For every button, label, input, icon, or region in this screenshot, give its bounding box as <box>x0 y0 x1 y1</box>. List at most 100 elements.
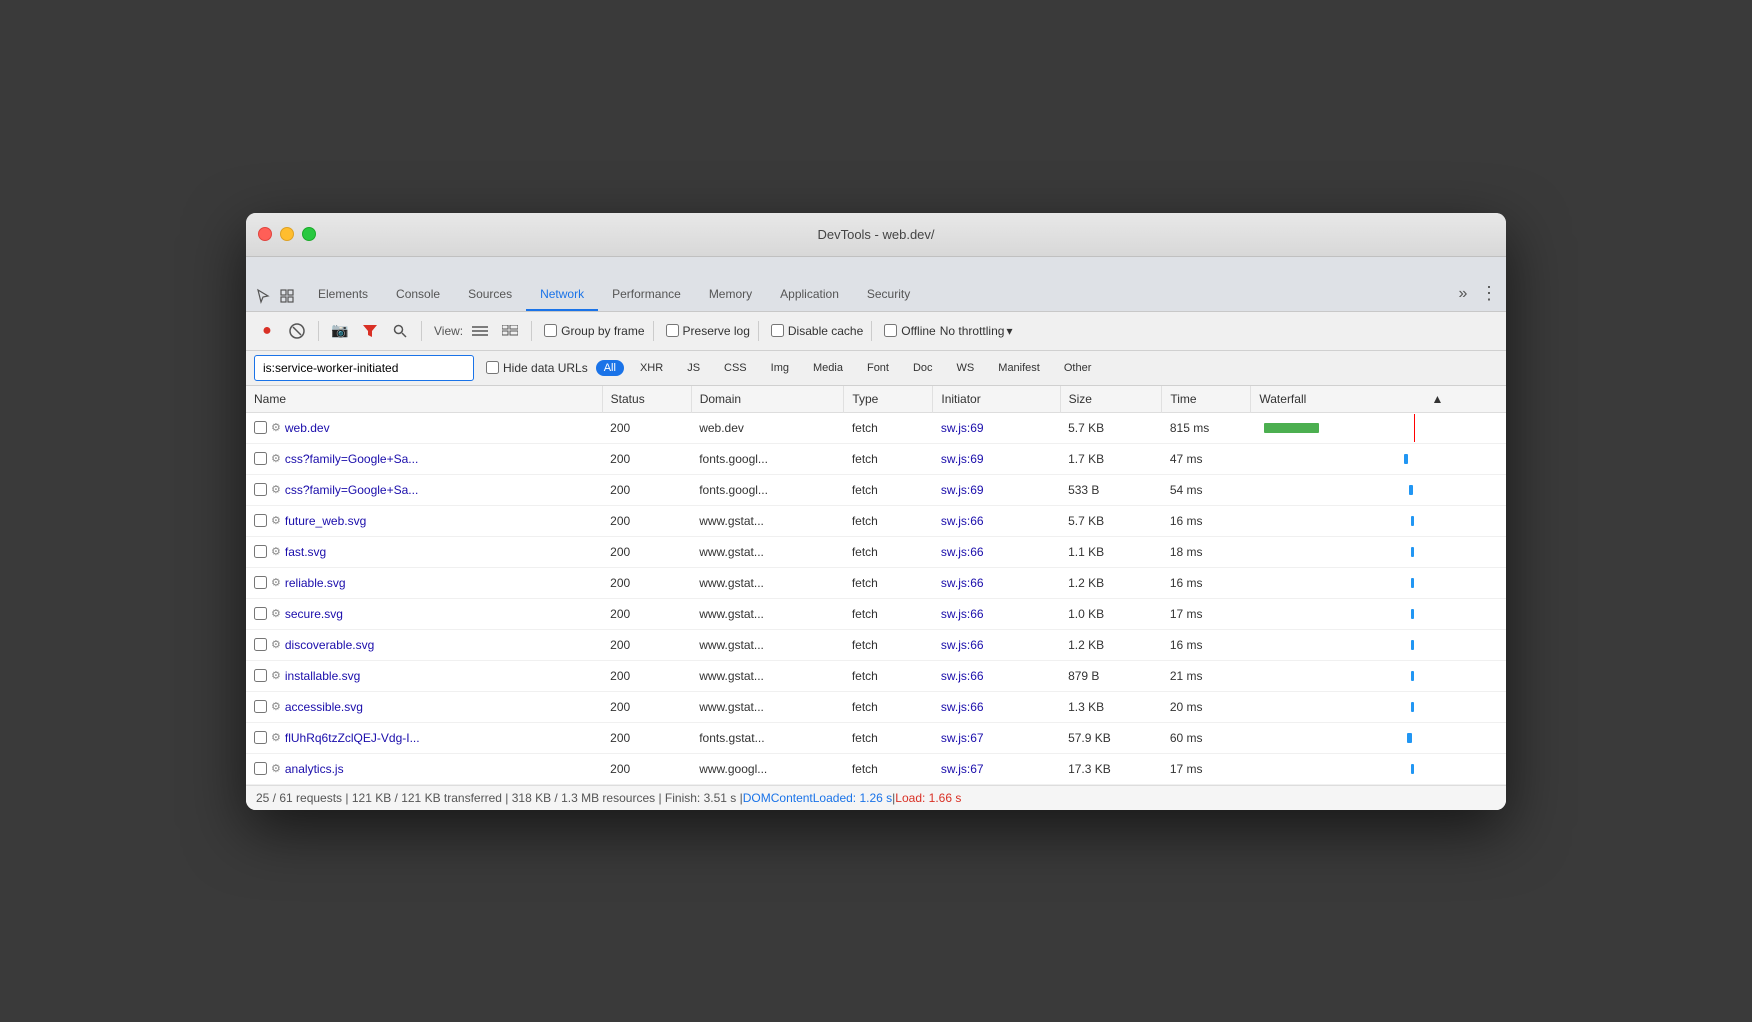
col-header-size[interactable]: Size <box>1060 386 1162 413</box>
close-button[interactable] <box>258 227 272 241</box>
row-name[interactable]: secure.svg <box>285 607 343 621</box>
row-initiator[interactable]: sw.js:67 <box>933 753 1060 784</box>
col-header-name[interactable]: Name <box>246 386 602 413</box>
table-row[interactable]: ⚙ installable.svg 200www.gstat...fetchsw… <box>246 660 1506 691</box>
row-name[interactable]: reliable.svg <box>285 576 346 590</box>
row-initiator[interactable]: sw.js:66 <box>933 567 1060 598</box>
record-button[interactable]: ● <box>254 318 280 344</box>
filter-type-js[interactable]: JS <box>679 360 708 376</box>
table-row[interactable]: ⚙ css?family=Google+Sa... 200fonts.googl… <box>246 443 1506 474</box>
filter-type-font[interactable]: Font <box>859 360 897 376</box>
preserve-log-checkbox[interactable] <box>666 324 679 337</box>
throttle-select[interactable]: No throttling ▾ <box>940 324 1013 338</box>
table-row[interactable]: ⚙ reliable.svg 200www.gstat...fetchsw.js… <box>246 567 1506 598</box>
table-row[interactable]: ⚙ accessible.svg 200www.gstat...fetchsw.… <box>246 691 1506 722</box>
tab-network[interactable]: Network <box>526 257 598 311</box>
col-header-initiator[interactable]: Initiator <box>933 386 1060 413</box>
filter-type-img[interactable]: Img <box>763 360 797 376</box>
row-checkbox[interactable] <box>254 607 267 620</box>
row-checkbox[interactable] <box>254 638 267 651</box>
filter-button[interactable] <box>357 318 383 344</box>
row-name[interactable]: discoverable.svg <box>285 638 374 652</box>
row-initiator[interactable]: sw.js:69 <box>933 443 1060 474</box>
col-header-domain[interactable]: Domain <box>691 386 844 413</box>
hide-data-urls-label[interactable]: Hide data URLs <box>503 361 588 375</box>
row-checkbox[interactable] <box>254 576 267 589</box>
row-name[interactable]: css?family=Google+Sa... <box>285 452 418 466</box>
row-checkbox[interactable] <box>254 762 267 775</box>
row-name[interactable]: web.dev <box>285 421 330 435</box>
row-name[interactable]: future_web.svg <box>285 514 366 528</box>
filter-type-manifest[interactable]: Manifest <box>990 360 1048 376</box>
table-row[interactable]: ⚙ discoverable.svg 200www.gstat...fetchs… <box>246 629 1506 660</box>
row-initiator[interactable]: sw.js:69 <box>933 474 1060 505</box>
filter-type-all[interactable]: All <box>596 360 624 376</box>
table-row[interactable]: ⚙ future_web.svg 200www.gstat...fetchsw.… <box>246 505 1506 536</box>
tab-security[interactable]: Security <box>853 257 924 311</box>
row-checkbox[interactable] <box>254 545 267 558</box>
row-name[interactable]: accessible.svg <box>285 700 363 714</box>
row-initiator[interactable]: sw.js:66 <box>933 505 1060 536</box>
tab-console[interactable]: Console <box>382 257 454 311</box>
more-options-icon[interactable]: ⋮ <box>1480 285 1498 303</box>
row-checkbox[interactable] <box>254 421 267 434</box>
row-initiator[interactable]: sw.js:66 <box>933 598 1060 629</box>
table-row[interactable]: ⚙ flUhRq6tzZclQEJ-Vdg-I... 200fonts.gsta… <box>246 722 1506 753</box>
view-detailed-button[interactable] <box>497 318 523 344</box>
table-row[interactable]: ⚙ analytics.js 200www.googl...fetchsw.js… <box>246 753 1506 784</box>
group-by-frame-label[interactable]: Group by frame <box>561 324 644 338</box>
disable-cache-checkbox[interactable] <box>771 324 784 337</box>
cursor-icon[interactable] <box>254 287 272 305</box>
col-header-time[interactable]: Time <box>1162 386 1251 413</box>
row-checkbox[interactable] <box>254 452 267 465</box>
filter-type-css[interactable]: CSS <box>716 360 755 376</box>
tab-memory[interactable]: Memory <box>695 257 766 311</box>
row-name[interactable]: css?family=Google+Sa... <box>285 483 418 497</box>
filter-type-ws[interactable]: WS <box>949 360 983 376</box>
row-checkbox[interactable] <box>254 669 267 682</box>
row-name[interactable]: analytics.js <box>285 762 344 776</box>
col-header-status[interactable]: Status <box>602 386 691 413</box>
disable-cache-label[interactable]: Disable cache <box>788 324 863 338</box>
offline-label[interactable]: Offline <box>901 324 935 338</box>
view-list-button[interactable] <box>467 318 493 344</box>
row-initiator[interactable]: sw.js:69 <box>933 412 1060 443</box>
filter-type-doc[interactable]: Doc <box>905 360 941 376</box>
col-header-type[interactable]: Type <box>844 386 933 413</box>
row-name[interactable]: fast.svg <box>285 545 326 559</box>
row-checkbox[interactable] <box>254 483 267 496</box>
more-tabs-icon[interactable]: » <box>1454 285 1472 303</box>
row-initiator[interactable]: sw.js:66 <box>933 660 1060 691</box>
row-initiator[interactable]: sw.js:66 <box>933 629 1060 660</box>
table-row[interactable]: ⚙ web.dev 200web.devfetchsw.js:695.7 KB8… <box>246 412 1506 443</box>
table-row[interactable]: ⚙ css?family=Google+Sa... 200fonts.googl… <box>246 474 1506 505</box>
tab-sources[interactable]: Sources <box>454 257 526 311</box>
row-checkbox[interactable] <box>254 731 267 744</box>
inspect-icon[interactable] <box>278 287 296 305</box>
table-row[interactable]: ⚙ fast.svg 200www.gstat...fetchsw.js:661… <box>246 536 1506 567</box>
row-name[interactable]: installable.svg <box>285 669 360 683</box>
group-by-frame-checkbox[interactable] <box>544 324 557 337</box>
row-initiator[interactable]: sw.js:67 <box>933 722 1060 753</box>
hide-data-urls-checkbox[interactable] <box>486 361 499 374</box>
row-checkbox[interactable] <box>254 514 267 527</box>
row-name[interactable]: flUhRq6tzZclQEJ-Vdg-I... <box>285 731 420 745</box>
offline-checkbox[interactable] <box>884 324 897 337</box>
maximize-button[interactable] <box>302 227 316 241</box>
preserve-log-label[interactable]: Preserve log <box>683 324 750 338</box>
table-row[interactable]: ⚙ secure.svg 200www.gstat...fetchsw.js:6… <box>246 598 1506 629</box>
col-header-waterfall[interactable]: Waterfall ▲ <box>1251 386 1451 412</box>
filter-input[interactable] <box>254 355 474 381</box>
clear-button[interactable] <box>284 318 310 344</box>
tab-performance[interactable]: Performance <box>598 257 695 311</box>
minimize-button[interactable] <box>280 227 294 241</box>
filter-type-media[interactable]: Media <box>805 360 851 376</box>
tab-elements[interactable]: Elements <box>304 257 382 311</box>
tab-application[interactable]: Application <box>766 257 853 311</box>
row-checkbox[interactable] <box>254 700 267 713</box>
row-initiator[interactable]: sw.js:66 <box>933 536 1060 567</box>
search-button[interactable] <box>387 318 413 344</box>
filter-type-xhr[interactable]: XHR <box>632 360 671 376</box>
screenshot-button[interactable]: 📷 <box>327 318 353 344</box>
row-initiator[interactable]: sw.js:66 <box>933 691 1060 722</box>
